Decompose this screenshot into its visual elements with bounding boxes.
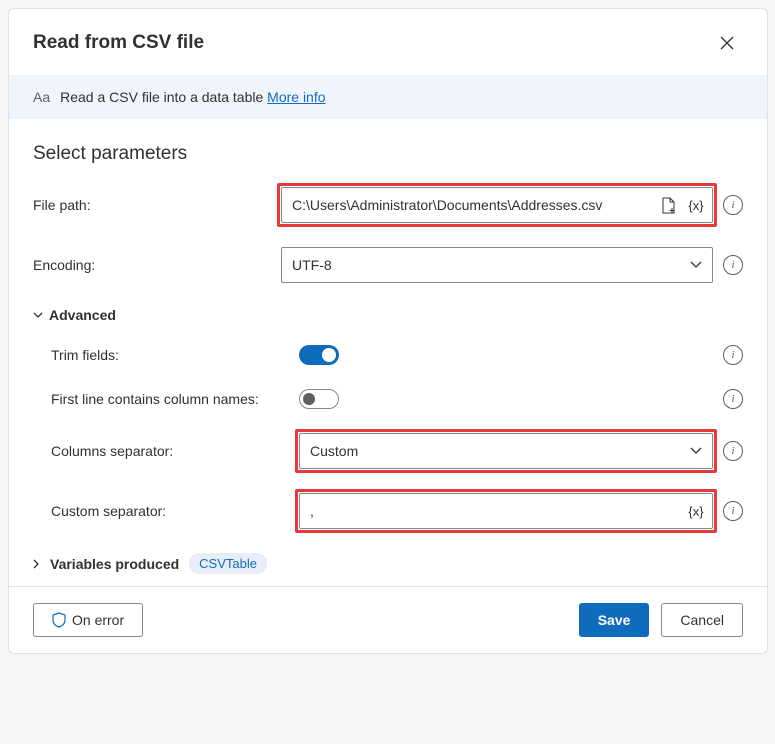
- info-icon[interactable]: i: [723, 441, 743, 461]
- first-line-toggle[interactable]: [299, 389, 339, 409]
- dialog-footer: On error Save Cancel: [9, 586, 767, 653]
- info-banner: Aa Read a CSV file into a data table Mor…: [9, 75, 767, 119]
- advanced-section: Trim fields: i First line contains colum…: [33, 345, 743, 529]
- row-trim-fields: Trim fields: i: [33, 345, 743, 365]
- file-icon: [661, 197, 676, 214]
- variable-icon: {x}: [688, 198, 703, 213]
- dialog: Read from CSV file Aa Read a CSV file in…: [8, 8, 768, 654]
- on-error-button[interactable]: On error: [33, 603, 143, 637]
- row-first-line: First line contains column names: i: [33, 389, 743, 409]
- trim-fields-label: Trim fields:: [33, 347, 299, 363]
- chevron-right-icon: [33, 559, 40, 569]
- dialog-body: Select parameters File path: C:\Users\Ad…: [9, 119, 767, 586]
- info-icon[interactable]: i: [723, 345, 743, 365]
- custom-separator-label: Custom separator:: [33, 503, 299, 519]
- shield-icon: [52, 612, 66, 628]
- variable-icon: {x}: [688, 504, 703, 519]
- info-icon[interactable]: i: [723, 255, 743, 275]
- row-columns-separator: Columns separator: Custom i: [33, 433, 743, 469]
- row-encoding: Encoding: UTF-8 i: [33, 247, 743, 283]
- columns-separator-label: Columns separator:: [33, 443, 299, 459]
- dialog-title: Read from CSV file: [33, 32, 204, 54]
- variables-produced-row[interactable]: Variables produced CSVTable: [33, 553, 743, 574]
- info-icon[interactable]: i: [723, 195, 743, 215]
- dialog-header: Read from CSV file: [9, 9, 767, 75]
- cancel-button[interactable]: Cancel: [661, 603, 743, 637]
- variables-produced-label: Variables produced: [50, 556, 179, 572]
- variable-picker-button[interactable]: {x}: [685, 500, 707, 522]
- first-line-label: First line contains column names:: [33, 391, 299, 407]
- variable-picker-button[interactable]: {x}: [685, 194, 707, 216]
- banner-text: Read a CSV file into a data table More i…: [60, 89, 325, 105]
- more-info-link[interactable]: More info: [267, 89, 325, 105]
- file-path-input[interactable]: C:\Users\Administrator\Documents\Address…: [281, 187, 713, 223]
- columns-separator-select[interactable]: Custom: [299, 433, 713, 469]
- save-button[interactable]: Save: [579, 603, 650, 637]
- chevron-down-icon: [690, 261, 702, 269]
- row-custom-separator: Custom separator: , {x} i: [33, 493, 743, 529]
- chevron-down-icon: [690, 447, 702, 455]
- file-picker-button[interactable]: [657, 194, 679, 216]
- encoding-label: Encoding:: [33, 257, 281, 273]
- text-icon: Aa: [33, 89, 50, 105]
- file-path-label: File path:: [33, 197, 281, 213]
- encoding-select[interactable]: UTF-8: [281, 247, 713, 283]
- variable-badge[interactable]: CSVTable: [189, 553, 267, 574]
- info-icon[interactable]: i: [723, 389, 743, 409]
- advanced-toggle[interactable]: Advanced: [33, 307, 743, 323]
- close-button[interactable]: [711, 27, 743, 59]
- close-icon: [720, 36, 734, 50]
- custom-separator-input[interactable]: ,: [299, 493, 713, 529]
- row-file-path: File path: C:\Users\Administrator\Docume…: [33, 187, 743, 223]
- trim-fields-toggle[interactable]: [299, 345, 339, 365]
- section-title: Select parameters: [33, 143, 743, 165]
- chevron-down-icon: [33, 312, 43, 319]
- info-icon[interactable]: i: [723, 501, 743, 521]
